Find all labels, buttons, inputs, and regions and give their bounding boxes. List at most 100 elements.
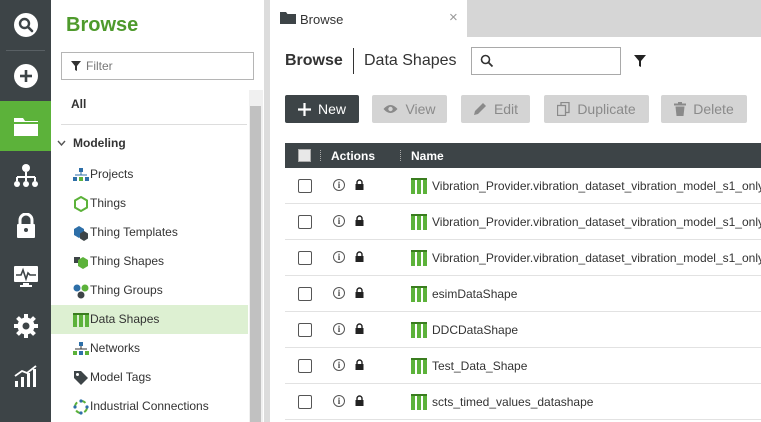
tab-bar: Browse × <box>270 0 761 37</box>
nav-item-label: Thing Groups <box>90 283 163 297</box>
nav-item-label: Things <box>90 196 127 210</box>
row-name-link[interactable]: scts_timed_values_datashape <box>432 395 593 409</box>
row-checkbox[interactable] <box>298 287 312 301</box>
nav-item-projects[interactable]: Projects <box>51 160 248 189</box>
rail-security-button[interactable] <box>0 201 51 251</box>
filter-field[interactable] <box>61 52 254 80</box>
model-tags-icon <box>72 369 90 386</box>
info-icon[interactable]: i <box>333 359 345 371</box>
thing-shapes-icon <box>72 253 90 270</box>
nav-item-label: Model Tags <box>90 370 152 384</box>
duplicate-button[interactable]: Duplicate <box>544 95 649 123</box>
row-name-link[interactable]: Vibration_Provider.vibration_dataset_vib… <box>432 215 761 229</box>
lock-icon <box>355 179 364 190</box>
browse-panel: Browse All Modeling Projects Things Thin… <box>51 0 267 422</box>
nav-item-networks[interactable]: Networks <box>51 334 248 363</box>
nav-item-thing-groups[interactable]: Thing Groups <box>51 276 248 305</box>
row-checkbox[interactable] <box>298 179 312 193</box>
search-field[interactable] <box>471 47 621 75</box>
browse-all-item[interactable]: All <box>71 97 86 111</box>
filter-input[interactable] <box>86 57 246 75</box>
column-header-actions[interactable]: Actions <box>331 149 375 163</box>
nav-item-label: Thing Shapes <box>90 254 165 268</box>
rail-browse-button[interactable] <box>0 101 51 151</box>
table-row[interactable]: i Test_Data_Shape <box>285 348 761 384</box>
nav-item-thing-shapes[interactable]: Thing Shapes <box>51 247 248 276</box>
info-icon[interactable]: i <box>333 287 345 299</box>
row-checkbox[interactable] <box>298 323 312 337</box>
rail-settings-button[interactable] <box>0 301 51 351</box>
browse-scrollbar-thumb[interactable] <box>250 106 261 422</box>
row-checkbox[interactable] <box>298 395 312 409</box>
projects-icon <box>72 166 90 183</box>
duplicate-button-label: Duplicate <box>577 101 636 117</box>
info-icon[interactable]: i <box>333 215 345 227</box>
table-header: Actions Name <box>285 143 761 168</box>
row-checkbox[interactable] <box>298 359 312 373</box>
column-header-name[interactable]: Name <box>411 149 444 163</box>
row-checkbox[interactable] <box>298 251 312 265</box>
table-row[interactable]: i scts_timed_values_datashape <box>285 384 761 420</box>
edit-button-label: Edit <box>493 101 519 117</box>
close-icon[interactable]: × <box>449 9 458 26</box>
tab-browse[interactable]: Browse × <box>270 0 467 37</box>
table-row[interactable]: i Vibration_Provider.vibration_dataset_v… <box>285 168 761 204</box>
nav-item-label: Data Shapes <box>90 312 160 326</box>
add-icon <box>13 64 38 88</box>
tab-label: Browse <box>300 12 344 27</box>
info-icon[interactable]: i <box>333 323 345 335</box>
things-icon <box>72 195 90 212</box>
view-button[interactable]: View <box>372 95 447 123</box>
eye-icon <box>383 104 398 114</box>
main-panel: Browse × Browse Data Shapes New View Edi… <box>270 0 761 422</box>
data-shape-icon <box>411 322 427 338</box>
modeling-section-header[interactable]: Modeling <box>57 136 126 150</box>
nav-item-industrial-connections[interactable]: Industrial Connections <box>51 392 248 421</box>
rail-analytics-button[interactable] <box>0 351 51 401</box>
row-name-link[interactable]: Vibration_Provider.vibration_dataset_vib… <box>432 251 761 265</box>
nav-item-things[interactable]: Things <box>51 189 248 218</box>
edit-button[interactable]: Edit <box>461 95 530 123</box>
delete-button[interactable]: Delete <box>661 95 747 123</box>
filter-icon[interactable] <box>634 55 646 67</box>
nav-item-model-tags[interactable]: Model Tags <box>51 363 248 392</box>
info-icon[interactable]: i <box>333 251 345 263</box>
duplicate-icon <box>557 102 570 116</box>
select-all-checkbox[interactable] <box>298 149 311 162</box>
row-checkbox[interactable] <box>298 215 312 229</box>
info-icon[interactable]: i <box>333 179 345 191</box>
table-row[interactable]: i DDCDataShape <box>285 312 761 348</box>
info-icon[interactable]: i <box>333 395 345 407</box>
new-button[interactable]: New <box>285 95 359 123</box>
search-icon <box>13 13 38 37</box>
table-row[interactable]: i Vibration_Provider.vibration_dataset_v… <box>285 204 761 240</box>
search-input[interactable] <box>498 52 616 70</box>
rail-monitoring-button[interactable] <box>0 251 51 301</box>
chevron-down-icon <box>57 140 66 146</box>
rail-add-button[interactable] <box>0 51 51 101</box>
plus-icon <box>297 102 311 116</box>
table-row[interactable]: i esimDataShape <box>285 276 761 312</box>
row-name-link[interactable]: esimDataShape <box>432 287 517 301</box>
data-shape-icon <box>411 286 427 302</box>
browse-divider <box>61 124 247 125</box>
lock-icon <box>355 215 364 226</box>
thing-templates-icon <box>72 224 90 241</box>
lock-icon <box>355 395 364 406</box>
nav-item-thing-templates[interactable]: Thing Templates <box>51 218 248 247</box>
data-shape-icon <box>411 250 427 266</box>
row-name-link[interactable]: Vibration_Provider.vibration_dataset_vib… <box>432 179 761 193</box>
rail-search-button[interactable] <box>0 0 51 50</box>
column-resize-handle[interactable] <box>320 150 322 161</box>
analytics-icon <box>13 365 37 387</box>
view-button-label: View <box>405 101 436 117</box>
row-name-link[interactable]: Test_Data_Shape <box>432 359 527 373</box>
monitor-icon <box>13 266 38 287</box>
column-resize-handle[interactable] <box>400 150 402 161</box>
table-row[interactable]: i Vibration_Provider.vibration_dataset_v… <box>285 240 761 276</box>
rail-model-button[interactable] <box>0 151 51 201</box>
breadcrumb-browse[interactable]: Browse <box>285 52 343 70</box>
data-shapes-icon <box>72 311 90 328</box>
nav-item-data-shapes[interactable]: Data Shapes <box>51 305 248 334</box>
row-name-link[interactable]: DDCDataShape <box>432 323 518 337</box>
